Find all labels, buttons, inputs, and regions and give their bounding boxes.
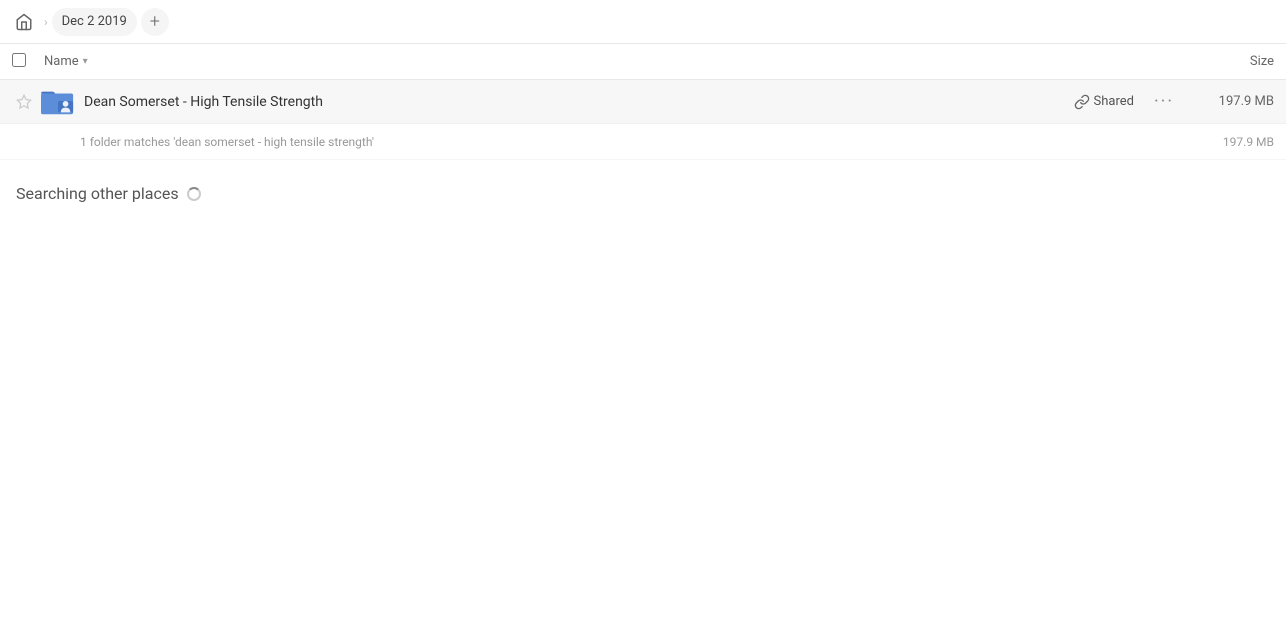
- home-button[interactable]: [8, 6, 40, 38]
- breadcrumb-bar: › Dec 2 2019 +: [0, 0, 1286, 44]
- searching-spinner: [187, 187, 201, 201]
- folder-name: Dean Somerset - High Tensile Strength: [84, 94, 1074, 110]
- searching-other-places-section: Searching other places: [0, 160, 1286, 211]
- sort-arrow-icon: ▾: [83, 56, 88, 67]
- searching-title: Searching other places: [16, 184, 1270, 203]
- shared-badge[interactable]: Shared: [1074, 94, 1134, 110]
- folder-row[interactable]: Dean Somerset - High Tensile Strength Sh…: [0, 80, 1286, 124]
- more-options-button[interactable]: ···: [1150, 88, 1178, 116]
- select-all-checkbox[interactable]: [12, 53, 36, 71]
- star-button[interactable]: [12, 90, 36, 114]
- add-tab-button[interactable]: +: [141, 8, 169, 36]
- size-column-header: Size: [1194, 54, 1274, 69]
- folder-icon: [40, 84, 76, 120]
- match-info-row: 1 folder matches 'dean somerset - high t…: [0, 124, 1286, 160]
- folder-size: 197.9 MB: [1194, 94, 1274, 109]
- match-size: 197.9 MB: [1194, 135, 1274, 149]
- breadcrumb-current-tab[interactable]: Dec 2 2019: [52, 8, 137, 36]
- column-header-row: Name ▾ Size: [0, 44, 1286, 80]
- match-text: 1 folder matches 'dean somerset - high t…: [80, 135, 1194, 149]
- breadcrumb-separator: ›: [44, 15, 48, 29]
- name-column-header[interactable]: Name ▾: [44, 54, 1194, 69]
